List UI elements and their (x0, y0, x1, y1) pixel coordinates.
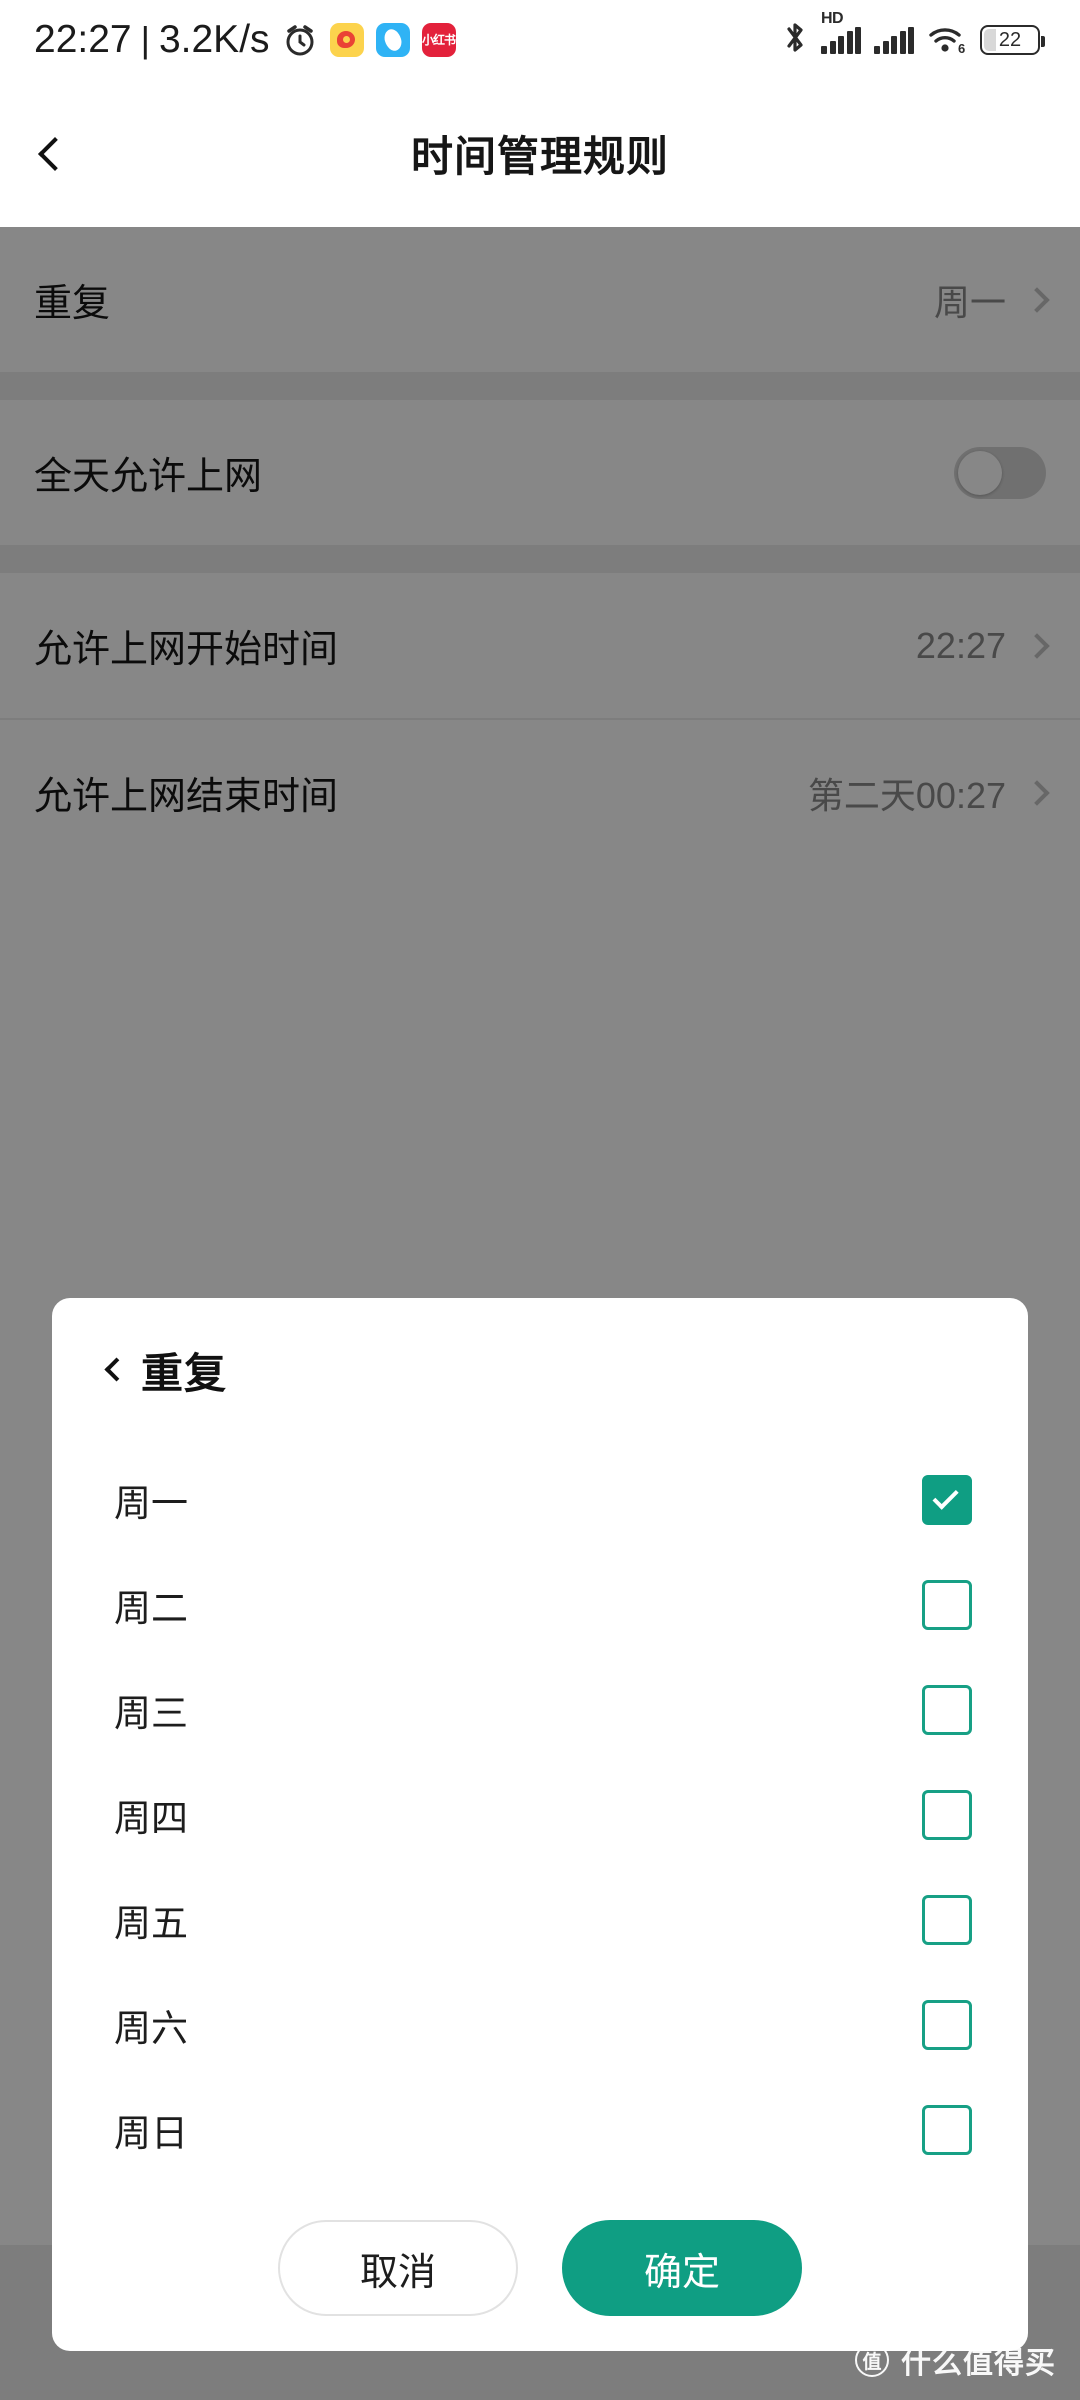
alarm-clock-icon (282, 22, 318, 58)
day-row-wednesday[interactable]: 周三 (52, 1657, 1028, 1762)
dialog-title: 重复 (141, 1350, 228, 1397)
status-bar-right: HD 6 22 (782, 10, 1080, 60)
day-row-monday[interactable]: 周一 (52, 1447, 1028, 1552)
watermark-badge-icon: 值 (855, 2343, 889, 2377)
day-label: 周一 (114, 1482, 188, 1524)
battery-icon: 22 (980, 25, 1045, 55)
weibo-icon (329, 23, 364, 57)
day-row-tuesday[interactable]: 周二 (52, 1552, 1028, 1657)
day-checkbox-list: 周一 周二 周三 周四 周五 周六 周日 (52, 1401, 1028, 2182)
day-row-thursday[interactable]: 周四 (52, 1762, 1028, 1867)
watermark-text: 什么值得买 (901, 2347, 1056, 2380)
day-label: 周日 (114, 2112, 188, 2154)
day-label: 周六 (114, 2007, 188, 2049)
repeat-dialog: 重复 周一 周二 周三 周四 周五 周六 周日 取消 确定 (52, 1298, 1028, 2351)
day-checkbox[interactable] (922, 1789, 972, 1840)
status-clock: 22:27 (34, 18, 132, 61)
day-checkbox[interactable] (922, 1579, 972, 1630)
app-header: 时间管理规则 (0, 80, 1080, 227)
dialog-back-chevron-icon[interactable] (104, 1356, 129, 1382)
signal-bars-sim2-icon (874, 26, 914, 54)
status-bar-left: 22:27 | 3.2K/s 小红书 (0, 18, 456, 62)
day-checkbox[interactable] (922, 1474, 972, 1525)
day-checkbox[interactable] (922, 1894, 972, 1945)
svg-text:6: 6 (958, 41, 965, 56)
page-title: 时间管理规则 (410, 133, 669, 180)
day-row-sunday[interactable]: 周日 (52, 2077, 1028, 2182)
wifi-6-icon: 6 (927, 24, 967, 56)
day-row-saturday[interactable]: 周六 (52, 1972, 1028, 2077)
day-label: 周三 (114, 1692, 188, 1734)
day-checkbox[interactable] (922, 1684, 972, 1735)
day-checkbox[interactable] (922, 1999, 972, 2050)
bluetooth-icon (782, 21, 808, 60)
day-label: 周二 (114, 1587, 188, 1629)
confirm-button[interactable]: 确定 (562, 2220, 802, 2316)
xiaohongshu-icon: 小红书 (421, 23, 456, 57)
dialog-header: 重复 (52, 1298, 1028, 1401)
day-checkbox[interactable] (922, 2104, 972, 2155)
dialog-actions: 取消 确定 (52, 2182, 1028, 2316)
status-tray-icons: 小红书 (282, 22, 456, 58)
status-bar: 22:27 | 3.2K/s 小红书 HD 6 22 (0, 0, 1080, 80)
day-label: 周五 (114, 1902, 188, 1944)
battery-percent-label: 22 (998, 28, 1022, 51)
check-icon (932, 1483, 959, 1510)
day-row-friday[interactable]: 周五 (52, 1867, 1028, 1972)
day-label: 周四 (114, 1797, 188, 1839)
hd-label: HD (821, 9, 844, 27)
network-speed-text: 3.2K/s (158, 18, 270, 61)
phone-screen: 22:27 | 3.2K/s 小红书 HD 6 22 时间管理规则 重复 周一 … (0, 0, 1080, 2400)
status-separator: | (140, 19, 150, 60)
blue-app-icon (375, 23, 410, 57)
smzdm-watermark: 值 什么值得买 (855, 2338, 1056, 2382)
cancel-button[interactable]: 取消 (278, 2220, 518, 2316)
signal-bars-sim1-icon: HD (821, 10, 861, 54)
